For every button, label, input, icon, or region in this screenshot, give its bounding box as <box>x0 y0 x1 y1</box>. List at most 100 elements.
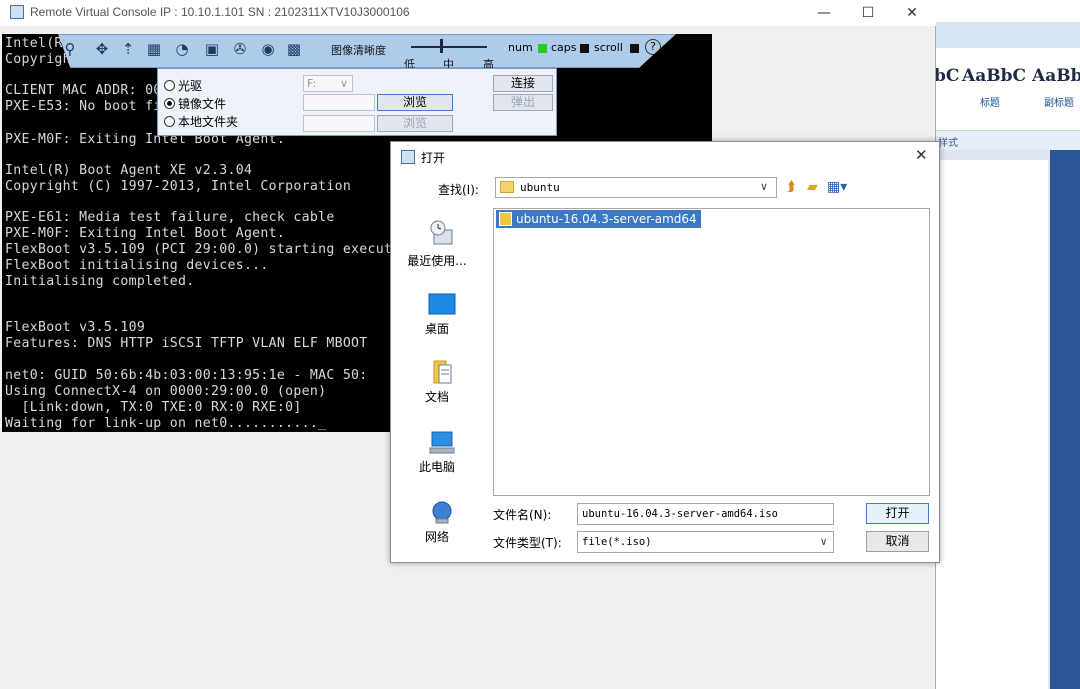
file-list[interactable]: ubuntu-16.04.3-server-amd64 <box>493 208 930 496</box>
chevron-down-icon: ∨ <box>339 77 348 90</box>
dialog-body: 查找(I): ubuntu ∨ ⮭ ▰ ▦▾ 最近使用... 桌面 文档 此电脑… <box>391 172 939 562</box>
file-item-name: ubuntu-16.04.3-server-amd64 <box>516 212 697 226</box>
style-sample-heading[interactable]: AaBbC <box>962 66 1026 86</box>
background-word-window: bC AaBbC 标题 AaBb 副标题 样式 <box>934 0 1080 689</box>
radio-image-file[interactable]: 镜像文件 <box>164 95 226 112</box>
clarity-label: 图像清晰度 <box>331 44 386 57</box>
folder-icon <box>500 181 514 193</box>
dialog-close-button[interactable]: ✕ <box>915 146 928 164</box>
terminal-line: Waiting for link-up on net0..........._ <box>5 416 327 431</box>
move-icon[interactable]: ✥ <box>93 40 111 58</box>
minimize-button[interactable]: — <box>802 2 846 24</box>
terminal-line: FlexBoot v3.5.109 (PCI 29:00.0) starting… <box>5 242 442 257</box>
terminal-line: FlexBoot initialising devices... <box>5 258 269 273</box>
radio-button[interactable] <box>164 80 175 91</box>
dialog-app-icon <box>401 150 415 164</box>
iso-file-icon <box>499 212 512 226</box>
settings-icon[interactable]: ▩ <box>285 40 303 58</box>
radio-button-selected[interactable] <box>164 98 175 109</box>
console-toolbar: ⚲ ✥ ⇡ ▦ ◔ ▣ ✇ ◉ ▩ 图像清晰度 低 中 高 num caps s… <box>58 34 676 68</box>
num-lock-label: num <box>508 41 533 54</box>
power-icon[interactable]: ◔ <box>173 40 191 58</box>
word-ribbon-group-bar: 样式 <box>936 130 1080 150</box>
close-button[interactable]: ✕ <box>890 2 934 24</box>
window-title: Remote Virtual Console IP : 10.10.1.101 … <box>30 5 410 19</box>
word-ribbon-tabs <box>936 22 1080 48</box>
radio-button[interactable] <box>164 116 175 127</box>
style-sample-subtitle[interactable]: AaBb <box>1032 66 1080 86</box>
computer-icon <box>429 431 455 454</box>
maximize-button[interactable]: ☐ <box>846 2 890 24</box>
style-name-heading: 标题 <box>980 98 1000 109</box>
file-item-selected[interactable]: ubuntu-16.04.3-server-amd64 <box>496 210 701 228</box>
terminal-line: PXE-M0F: Exiting Intel Boot Agent. <box>5 226 286 241</box>
desktop-icon <box>428 293 456 315</box>
place-recent-label: 最近使用... <box>407 254 467 268</box>
place-recent[interactable]: 最近使用... <box>403 220 473 282</box>
clarity-slider-track[interactable] <box>411 46 487 48</box>
place-documents[interactable]: 文档 <box>403 360 473 412</box>
place-this-pc[interactable]: 此电脑 <box>403 430 473 482</box>
word-group-label: 样式 <box>938 138 958 149</box>
radio-cd-drive[interactable]: 光驱 <box>164 77 202 94</box>
eject-button[interactable]: 弹出 <box>493 94 553 111</box>
connect-button[interactable]: 连接 <box>493 75 553 92</box>
terminal-line: net0: GUID 50:6b:4b:03:00:13:95:1e - MAC… <box>5 368 368 383</box>
drive-select[interactable]: F: ∨ <box>303 75 353 92</box>
up-folder-icon[interactable]: ⮭ <box>787 179 795 195</box>
place-desktop[interactable]: 桌面 <box>403 292 473 344</box>
num-lock-indicator <box>538 44 547 53</box>
filename-input[interactable]: ubuntu-16.04.3-server-amd64.iso <box>577 503 834 525</box>
terminal-line: PXE-E61: Media test failure, check cable <box>5 210 335 225</box>
filename-label: 文件名(N): <box>493 508 552 522</box>
keyboard-icon[interactable]: ▦ <box>145 40 163 58</box>
look-in-value: ubuntu <box>520 181 560 194</box>
chevron-down-icon: ∨ <box>760 180 769 193</box>
caps-lock-indicator <box>580 44 589 53</box>
folder-path-field[interactable] <box>303 115 375 132</box>
places-sidebar: 最近使用... 桌面 文档 此电脑 网络 <box>403 208 473 554</box>
terminal-line: FlexBoot v3.5.109 <box>5 320 146 335</box>
look-in-label: 查找(I): <box>438 183 479 197</box>
open-file-dialog: 打开 ✕ 查找(I): ubuntu ∨ ⮭ ▰ ▦▾ 最近使用... 桌面 文… <box>390 141 940 563</box>
terminal-line: Using ConnectX-4 on 0000:29:00.0 (open) <box>5 384 327 399</box>
word-styles-gallery: bC AaBbC 标题 AaBb 副标题 <box>934 48 1080 130</box>
word-side-strip <box>1050 150 1080 689</box>
dialog-title: 打开 <box>421 151 446 165</box>
terminal-line: [Link:down, TX:0 TXE:0 RX:0 RXE:0] <box>5 400 302 415</box>
title-bar[interactable]: Remote Virtual Console IP : 10.10.1.101 … <box>0 0 936 26</box>
documents-icon <box>433 360 452 384</box>
new-folder-icon[interactable]: ▰ <box>807 179 818 195</box>
image-path-field[interactable] <box>303 94 375 111</box>
radio-local-folder[interactable]: 本地文件夹 <box>164 113 238 130</box>
scroll-lock-label: scroll <box>594 41 623 54</box>
scroll-lock-indicator <box>630 44 639 53</box>
place-documents-label: 文档 <box>424 390 449 404</box>
mouse-icon[interactable]: ⇡ <box>119 40 137 58</box>
view-menu-icon[interactable]: ▦▾ <box>827 179 847 195</box>
screenshot-icon[interactable]: ▣ <box>203 40 221 58</box>
media-icon[interactable]: ◉ <box>259 40 277 58</box>
filetype-select[interactable]: file(*.iso) ∨ <box>577 531 834 553</box>
virtual-media-panel: 光驱 镜像文件 本地文件夹 F: ∨ 连接 弹出 浏览 浏览 <box>157 68 557 136</box>
filetype-value: file(*.iso) <box>582 536 652 548</box>
browse-folder-button[interactable]: 浏览 <box>377 115 453 132</box>
clarity-slider-thumb[interactable] <box>440 39 444 53</box>
style-sample[interactable]: bC <box>934 66 959 86</box>
look-in-select[interactable]: ubuntu ∨ <box>495 177 777 198</box>
radio-cd-label: 光驱 <box>178 79 203 93</box>
record-icon[interactable]: ✇ <box>231 40 249 58</box>
browse-image-button[interactable]: 浏览 <box>377 94 453 111</box>
open-button[interactable]: 打开 <box>866 503 929 524</box>
place-network-label: 网络 <box>424 530 449 544</box>
drive-select-value: F: <box>307 77 317 90</box>
terminal-line: Intel(R) Boot Agent XE v2.3.04 <box>5 163 253 178</box>
caps-lock-label: caps <box>551 41 577 54</box>
place-network[interactable]: 网络 <box>403 500 473 552</box>
app-icon <box>10 5 24 19</box>
terminal-line: Features: DNS HTTP iSCSI TFTP VLAN ELF M… <box>5 336 368 351</box>
place-this-pc-label: 此电脑 <box>418 460 455 474</box>
network-icon <box>432 501 452 524</box>
radio-folder-label: 本地文件夹 <box>178 115 239 129</box>
cancel-button[interactable]: 取消 <box>866 531 929 552</box>
